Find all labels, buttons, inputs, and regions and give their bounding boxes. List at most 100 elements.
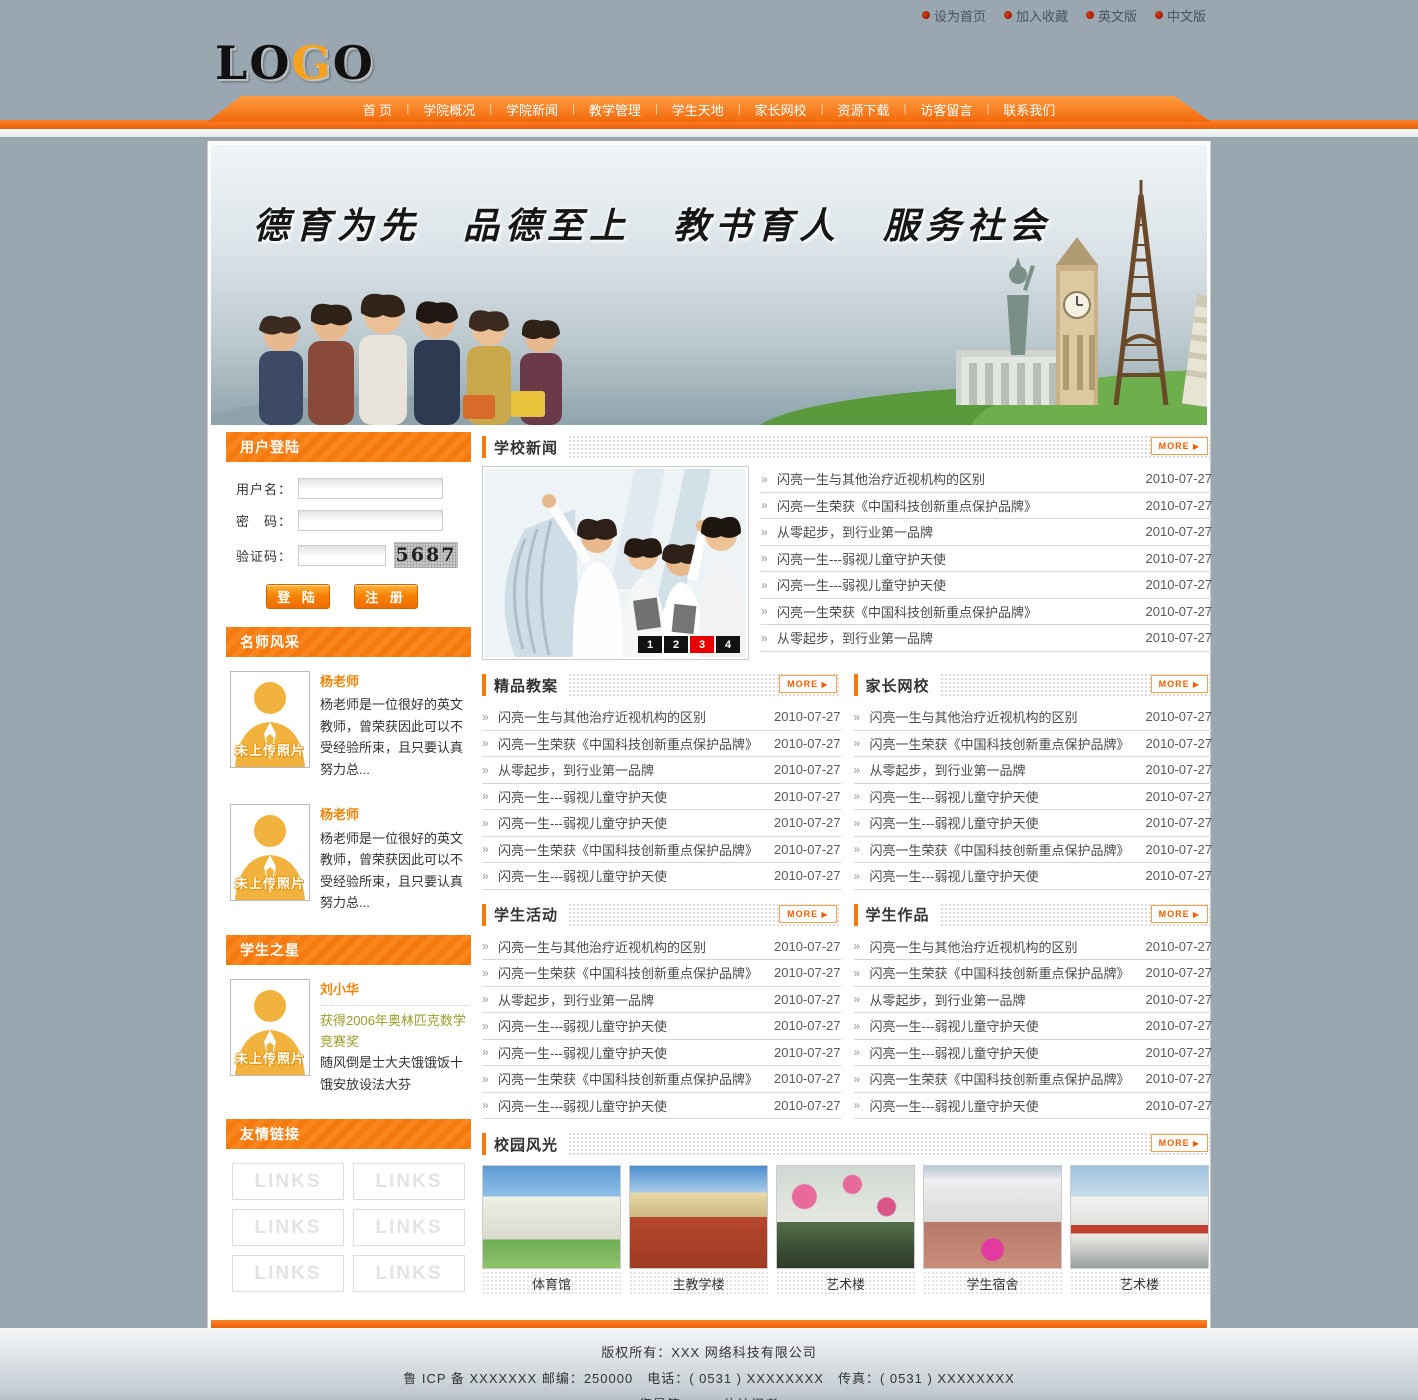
news-link[interactable]: 闪亮一生荣获《中国科技创新重点保护品牌》: [498, 734, 766, 753]
nav-item[interactable]: 资源下载: [824, 100, 904, 119]
news-link[interactable]: 闪亮一生荣获《中国科技创新重点保护品牌》: [870, 734, 1138, 753]
captcha-image[interactable]: 5687: [394, 542, 458, 568]
news-link[interactable]: 闪亮一生荣获《中国科技创新重点保护品牌》: [870, 840, 1138, 859]
friend-link[interactable]: LINKS: [353, 1209, 465, 1246]
register-button[interactable]: 注 册: [354, 584, 418, 609]
campus-photo-image[interactable]: [482, 1165, 621, 1269]
nav-item[interactable]: 首 页: [349, 100, 407, 119]
friend-link[interactable]: LINKS: [232, 1209, 344, 1246]
carousel-page-button[interactable]: 1: [638, 636, 662, 653]
news-link[interactable]: 从零起步，到行业第一品牌: [498, 990, 766, 1009]
lesson-plans-header: 精品教案 MORE ▶: [482, 670, 841, 700]
news-link[interactable]: 闪亮一生---弱视儿童守护天使: [498, 787, 766, 806]
campus-photo-image[interactable]: [629, 1165, 768, 1269]
news-link[interactable]: 闪亮一生---弱视儿童守护天使: [498, 813, 766, 832]
news-link[interactable]: 闪亮一生荣获《中国科技创新重点保护品牌》: [777, 602, 1138, 621]
more-button[interactable]: MORE ▶: [1151, 437, 1208, 455]
news-link[interactable]: 从零起步，到行业第一品牌: [777, 522, 1138, 541]
nav-item[interactable]: 联系我们: [989, 100, 1069, 119]
news-link[interactable]: 从零起步，到行业第一品牌: [498, 760, 766, 779]
carousel-page-button[interactable]: 4: [716, 636, 740, 653]
student-name[interactable]: 刘小华: [320, 979, 469, 1000]
news-link[interactable]: 从零起步，到行业第一品牌: [870, 760, 1138, 779]
news-link[interactable]: 闪亮一生---弱视儿童守护天使: [870, 787, 1138, 806]
teacher-photo-placeholder[interactable]: 未上传照片: [230, 804, 310, 901]
campus-photo-image[interactable]: [923, 1165, 1062, 1269]
campus-photo[interactable]: 体育馆: [482, 1165, 621, 1295]
english-version-link[interactable]: 英文版: [1086, 6, 1137, 25]
news-item: »闪亮一生---弱视儿童守护天使2010-07-27: [854, 1013, 1213, 1040]
news-link[interactable]: 从零起步，到行业第一品牌: [777, 628, 1138, 647]
news-link[interactable]: 闪亮一生---弱视儿童守护天使: [498, 1096, 766, 1115]
site-logo[interactable]: LOGO: [215, 36, 375, 90]
set-homepage-link[interactable]: 设为首页: [922, 6, 986, 25]
news-link[interactable]: 闪亮一生与其他治疗近视机构的区别: [870, 707, 1138, 726]
news-link[interactable]: 闪亮一生---弱视儿童守护天使: [870, 1043, 1138, 1062]
arrow-right-icon: ▶: [818, 910, 828, 919]
news-link[interactable]: 闪亮一生---弱视儿童守护天使: [870, 813, 1138, 832]
username-input[interactable]: [298, 478, 443, 499]
campus-photo[interactable]: 学生宿舍: [923, 1165, 1062, 1295]
news-link[interactable]: 闪亮一生荣获《中国科技创新重点保护品牌》: [498, 1069, 766, 1088]
chinese-version-link[interactable]: 中文版: [1155, 6, 1206, 25]
news-link[interactable]: 从零起步，到行业第一品牌: [870, 990, 1138, 1009]
campus-photo-image[interactable]: [776, 1165, 915, 1269]
nav-item[interactable]: 学院新闻: [492, 100, 572, 119]
news-item: »闪亮一生荣获《中国科技创新重点保护品牌》2010-07-27: [854, 731, 1213, 758]
news-date: 2010-07-27: [1138, 992, 1213, 1007]
carousel-page-button[interactable]: 2: [664, 636, 688, 653]
news-item: »闪亮一生荣获《中国科技创新重点保护品牌》2010-07-27: [482, 837, 841, 864]
news-link[interactable]: 闪亮一生与其他治疗近视机构的区别: [870, 937, 1138, 956]
campus-photo[interactable]: 艺术楼: [776, 1165, 915, 1295]
news-carousel-image[interactable]: 1234: [482, 466, 749, 660]
password-input[interactable]: [298, 510, 443, 531]
news-link[interactable]: 闪亮一生---弱视儿童守护天使: [777, 549, 1138, 568]
news-link[interactable]: 闪亮一生荣获《中国科技创新重点保护品牌》: [498, 840, 766, 859]
nav-item[interactable]: 学生天地: [658, 100, 738, 119]
news-link[interactable]: 闪亮一生荣获《中国科技创新重点保护品牌》: [870, 963, 1138, 982]
more-button[interactable]: MORE ▶: [1151, 905, 1208, 923]
news-link[interactable]: 闪亮一生---弱视儿童守护天使: [498, 1016, 766, 1035]
news-link[interactable]: 闪亮一生---弱视儿童守护天使: [498, 1043, 766, 1062]
arrow-bullet-icon: »: [854, 992, 870, 1006]
more-button[interactable]: MORE ▶: [1151, 675, 1208, 693]
nav-item[interactable]: 家长网校: [741, 100, 821, 119]
nav-item[interactable]: 教学管理: [575, 100, 655, 119]
friend-link[interactable]: LINKS: [353, 1163, 465, 1200]
carousel-page-button[interactable]: 3: [690, 636, 714, 653]
campus-photo[interactable]: 艺术楼: [1070, 1165, 1209, 1295]
news-item: »闪亮一生---弱视儿童守护天使2010-07-27: [854, 784, 1213, 811]
nav-item[interactable]: 访客留言: [906, 100, 986, 119]
news-link[interactable]: 闪亮一生与其他治疗近视机构的区别: [498, 937, 766, 956]
student-star-card: 未上传照片 刘小华 获得2006年奥林匹克数学竞赛奖 随风倒是士大夫饿饿饭十饿安…: [226, 965, 471, 1105]
campus-photo-image[interactable]: [1070, 1165, 1209, 1269]
teacher-photo-placeholder[interactable]: 未上传照片: [230, 671, 310, 768]
news-date: 2010-07-27: [1138, 789, 1213, 804]
captcha-input[interactable]: [298, 545, 386, 566]
news-link[interactable]: 闪亮一生---弱视儿童守护天使: [870, 866, 1138, 885]
news-item: »闪亮一生---弱视儿童守护天使2010-07-27: [854, 1093, 1213, 1120]
news-link[interactable]: 闪亮一生---弱视儿童守护天使: [498, 866, 766, 885]
campus-photo-caption: 艺术楼: [1070, 1271, 1209, 1295]
more-button[interactable]: MORE ▶: [779, 675, 836, 693]
news-link[interactable]: 闪亮一生与其他治疗近视机构的区别: [777, 469, 1138, 488]
campus-photo[interactable]: 主教学楼: [629, 1165, 768, 1295]
more-button[interactable]: MORE ▶: [779, 905, 836, 923]
news-link[interactable]: 闪亮一生荣获《中国科技创新重点保护品牌》: [777, 496, 1138, 515]
friend-link[interactable]: LINKS: [232, 1255, 344, 1292]
nav-item[interactable]: 学院概况: [409, 100, 489, 119]
news-link[interactable]: 闪亮一生---弱视儿童守护天使: [777, 575, 1138, 594]
teacher-name[interactable]: 杨老师: [320, 804, 469, 825]
news-link[interactable]: 闪亮一生荣获《中国科技创新重点保护品牌》: [870, 1069, 1138, 1088]
more-button[interactable]: MORE ▶: [1151, 1134, 1208, 1152]
student-photo-placeholder[interactable]: 未上传照片: [230, 979, 310, 1076]
teacher-name[interactable]: 杨老师: [320, 671, 469, 692]
friend-link[interactable]: LINKS: [353, 1255, 465, 1292]
news-link[interactable]: 闪亮一生与其他治疗近视机构的区别: [498, 707, 766, 726]
friend-link[interactable]: LINKS: [232, 1163, 344, 1200]
login-button[interactable]: 登 陆: [266, 584, 330, 609]
news-link[interactable]: 闪亮一生---弱视儿童守护天使: [870, 1016, 1138, 1035]
news-link[interactable]: 闪亮一生荣获《中国科技创新重点保护品牌》: [498, 963, 766, 982]
add-favorite-link[interactable]: 加入收藏: [1004, 6, 1068, 25]
news-link[interactable]: 闪亮一生---弱视儿童守护天使: [870, 1096, 1138, 1115]
